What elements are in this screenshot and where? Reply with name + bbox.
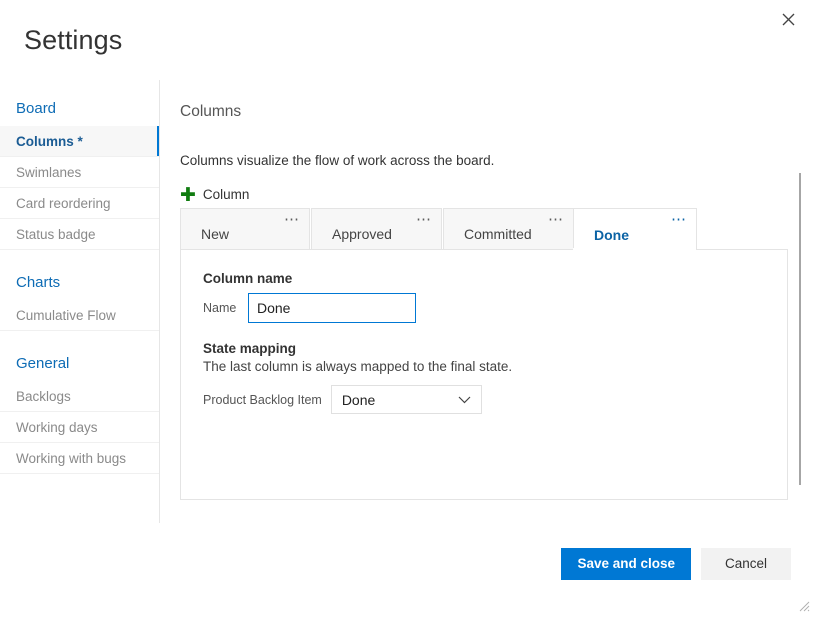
column-name-section-title: Column name bbox=[203, 270, 292, 288]
tab-done[interactable]: Done ⋯ bbox=[573, 208, 697, 250]
ellipsis-icon[interactable]: ⋯ bbox=[671, 215, 687, 225]
content-heading: Columns bbox=[180, 102, 788, 122]
dialog-footer: Save and close Cancel bbox=[0, 534, 813, 614]
sidebar-item-label: Swimlanes bbox=[16, 165, 81, 180]
state-mapping-section-title: State mapping bbox=[203, 340, 296, 358]
mapping-label: Product Backlog Item bbox=[203, 393, 322, 407]
close-button[interactable] bbox=[771, 4, 805, 34]
add-column-button[interactable]: ✚ Column bbox=[180, 187, 249, 202]
sidebar-group-board: Board bbox=[0, 80, 159, 126]
state-select-value: Done bbox=[342, 392, 375, 408]
column-settings-panel: Column name Name State mapping The last … bbox=[180, 249, 788, 500]
sidebar-item-status-badge[interactable]: Status badge bbox=[0, 219, 159, 250]
plus-icon: ✚ bbox=[180, 189, 196, 203]
sidebar-item-backlogs[interactable]: Backlogs bbox=[0, 381, 159, 412]
state-mapping-row: Product Backlog Item Done bbox=[203, 385, 482, 414]
sidebar-item-card-reordering[interactable]: Card reordering bbox=[0, 188, 159, 219]
sidebar-group-charts: Charts bbox=[0, 264, 159, 300]
sidebar-item-label: Card reordering bbox=[16, 196, 111, 211]
sidebar-item-label: Columns * bbox=[16, 134, 83, 149]
add-column-label: Column bbox=[203, 187, 250, 202]
tab-label: Done bbox=[574, 227, 696, 243]
tab-label: Committed bbox=[444, 226, 573, 242]
tab-new[interactable]: New ⋯ bbox=[180, 208, 310, 249]
sidebar-item-label: Cumulative Flow bbox=[16, 308, 116, 323]
cancel-button[interactable]: Cancel bbox=[701, 548, 791, 580]
ellipsis-icon[interactable]: ⋯ bbox=[284, 215, 300, 225]
tab-label: Approved bbox=[312, 226, 441, 242]
ellipsis-icon[interactable]: ⋯ bbox=[548, 215, 564, 225]
state-select[interactable]: Done bbox=[331, 385, 482, 414]
name-input[interactable] bbox=[248, 293, 416, 323]
sidebar-item-working-with-bugs[interactable]: Working with bugs bbox=[0, 443, 159, 474]
tab-committed[interactable]: Committed ⋯ bbox=[443, 208, 574, 249]
settings-sidebar: Board Columns * Swimlanes Card reorderin… bbox=[0, 80, 160, 523]
page-title: Settings bbox=[24, 24, 122, 56]
name-field-row: Name bbox=[203, 293, 416, 323]
sidebar-item-swimlanes[interactable]: Swimlanes bbox=[0, 157, 159, 188]
sidebar-item-cumulative-flow[interactable]: Cumulative Flow bbox=[0, 300, 159, 331]
sidebar-group-general: General bbox=[0, 345, 159, 381]
sidebar-item-label: Status badge bbox=[16, 227, 96, 242]
selected-tab-join bbox=[573, 248, 696, 250]
sidebar-item-label: Backlogs bbox=[16, 389, 71, 404]
name-label: Name bbox=[203, 301, 248, 315]
sidebar-spacer bbox=[0, 250, 159, 264]
sidebar-item-label: Working days bbox=[16, 420, 98, 435]
scrollbar-thumb[interactable] bbox=[799, 173, 801, 485]
ellipsis-icon[interactable]: ⋯ bbox=[416, 215, 432, 225]
sidebar-item-columns[interactable]: Columns * bbox=[0, 126, 159, 157]
close-icon bbox=[782, 13, 795, 26]
vertical-scrollbar[interactable] bbox=[795, 80, 805, 520]
sidebar-item-working-days[interactable]: Working days bbox=[0, 412, 159, 443]
sidebar-spacer bbox=[0, 331, 159, 345]
content-description: Columns visualize the flow of work acros… bbox=[180, 152, 788, 170]
settings-dialog: Settings Board Columns * Swimlanes Card … bbox=[0, 0, 813, 614]
main-content: Columns Columns visualize the flow of wo… bbox=[180, 80, 788, 205]
save-and-close-button[interactable]: Save and close bbox=[561, 548, 691, 580]
chevron-down-icon bbox=[458, 396, 471, 404]
column-tabs: New ⋯ Approved ⋯ Committed ⋯ Done ⋯ bbox=[180, 208, 788, 249]
resize-grip[interactable] bbox=[798, 599, 810, 611]
sidebar-item-label: Working with bugs bbox=[16, 451, 126, 466]
state-mapping-description: The last column is always mapped to the … bbox=[203, 358, 512, 376]
tab-label: New bbox=[181, 226, 309, 242]
dialog-button-bar: Save and close Cancel bbox=[561, 548, 791, 580]
tab-approved[interactable]: Approved ⋯ bbox=[311, 208, 442, 249]
